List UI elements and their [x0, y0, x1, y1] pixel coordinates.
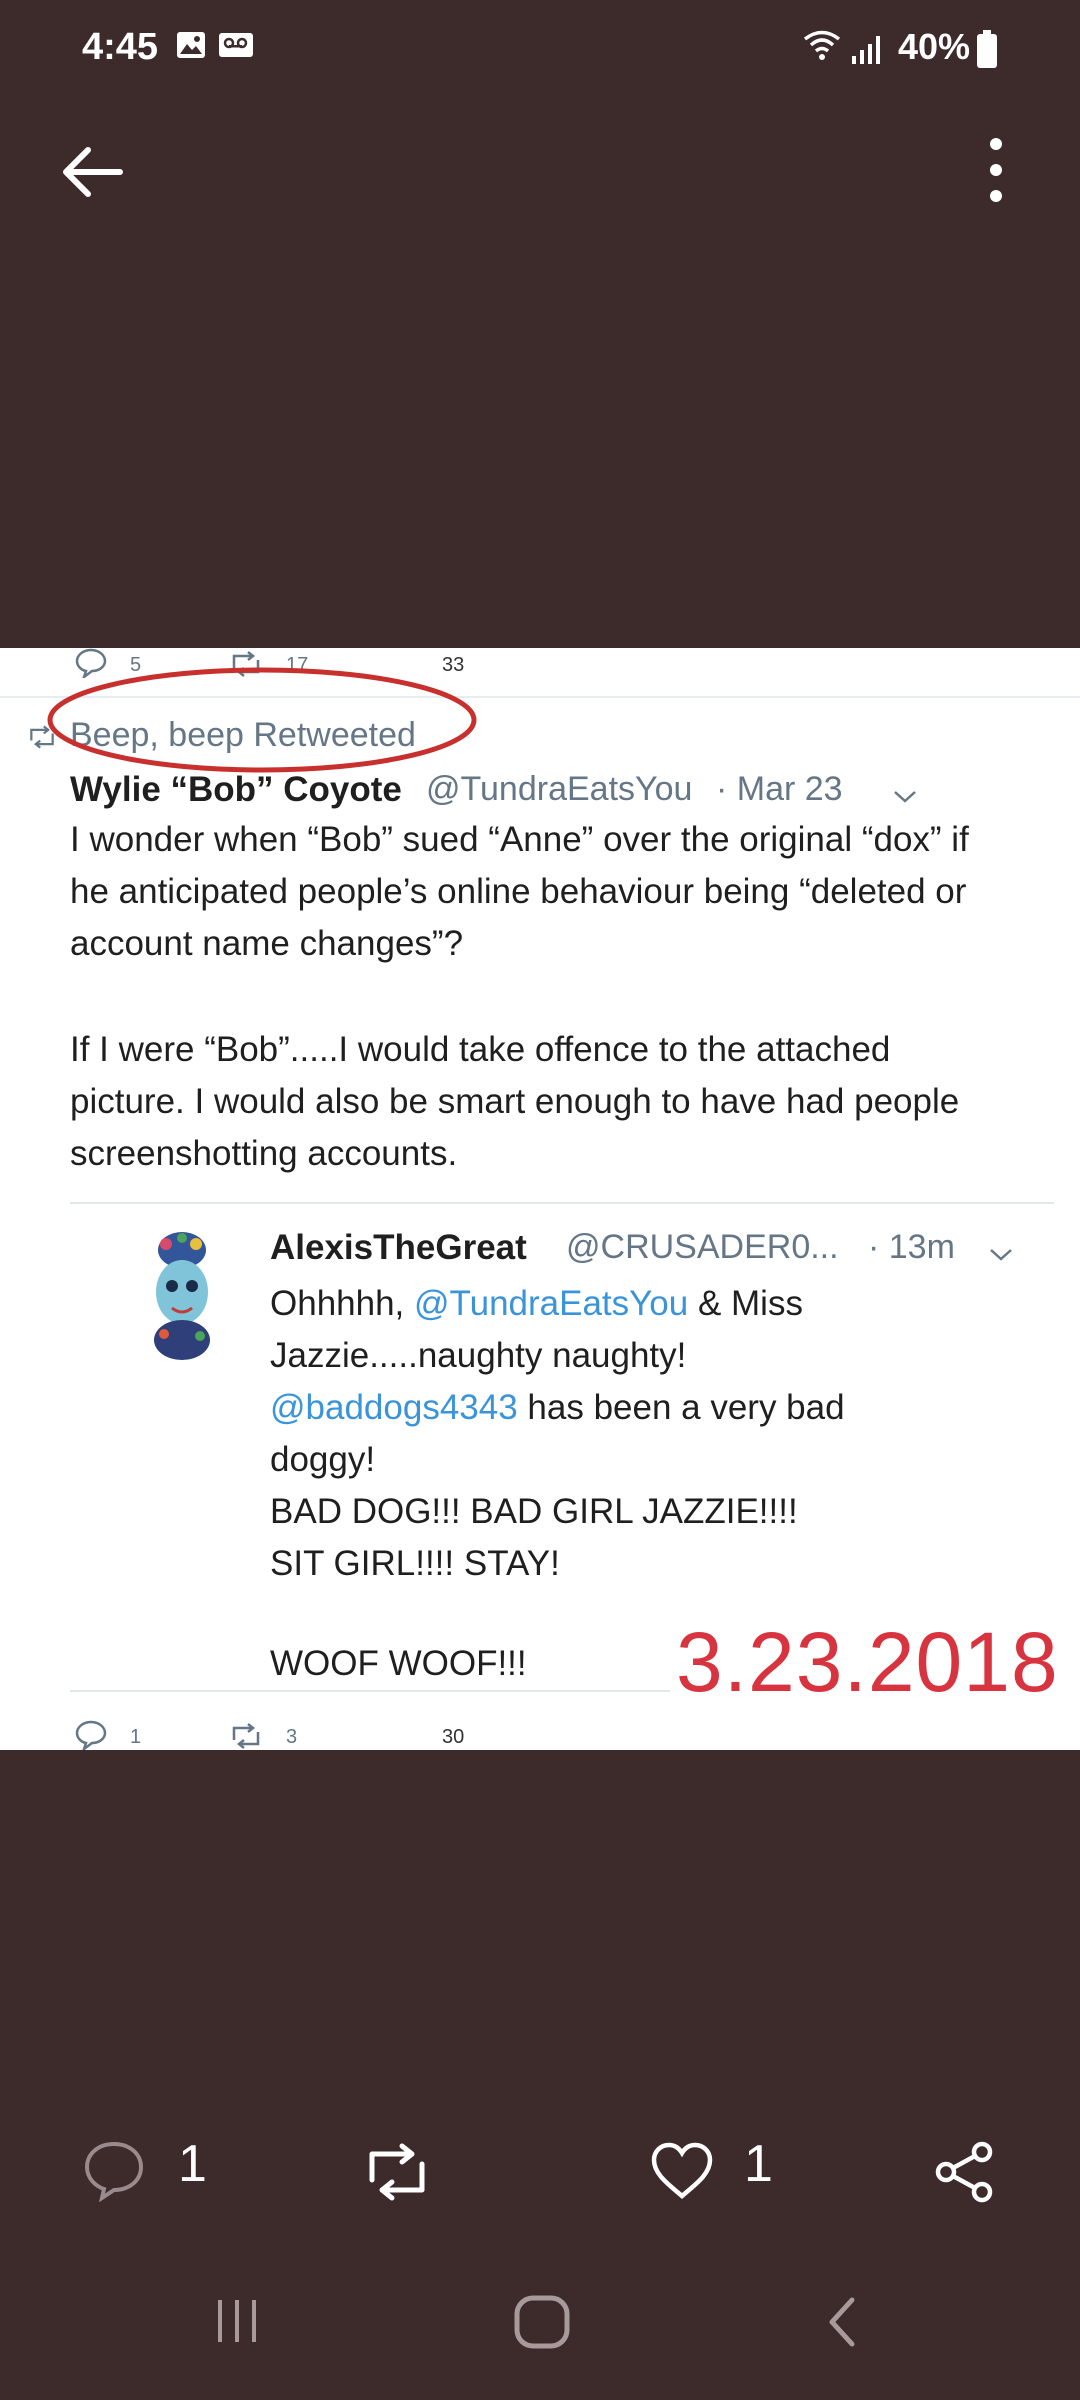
share-icon[interactable]	[932, 2140, 996, 2204]
tweet-body-line: If I were “Bob”.....I would take offence…	[70, 1030, 891, 1069]
recent-apps-icon[interactable]	[212, 2296, 262, 2346]
battery-icon	[977, 30, 997, 68]
tweet-body-line: he anticipated people’s online behaviour…	[70, 872, 967, 911]
quoted-line: @baddogs4343 has been a very bad	[270, 1388, 845, 1427]
back-arrow-icon[interactable]	[56, 142, 126, 202]
tweet-body-line: I wonder when “Bob” sued “Anne” over the…	[70, 820, 969, 859]
back-nav-icon[interactable]	[822, 2294, 862, 2350]
retweet-icon	[232, 1723, 260, 1749]
clock: 4:45	[82, 26, 159, 68]
reply-icon	[75, 1720, 107, 1750]
bottom-reply-count: 1	[130, 1726, 142, 1748]
gallery-notification-icon	[177, 32, 205, 58]
home-icon[interactable]	[512, 2294, 572, 2350]
quoted-line: Jazzie.....naughty naughty!	[270, 1336, 687, 1375]
tweet-body-line: picture. I would also be smart enough to…	[70, 1082, 960, 1121]
wifi-icon	[803, 30, 841, 60]
quoted-author-name: AlexisTheGreat	[270, 1228, 527, 1267]
chevron-down-icon	[894, 791, 916, 803]
bottom-retweet-count: 3	[286, 1726, 298, 1748]
chevron-down-icon	[990, 1249, 1012, 1261]
comment-count: 1	[178, 2135, 207, 2193]
quoted-line: doggy!	[270, 1440, 376, 1479]
mention-link[interactable]: @TundraEatsYou	[414, 1284, 688, 1323]
quoted-line: WOOF WOOF!!!	[270, 1644, 527, 1683]
avatar	[154, 1232, 210, 1360]
status-bar: 4:45 40%	[0, 0, 1080, 100]
like-count: 1	[744, 2135, 773, 2193]
system-nav-bar	[0, 2270, 1080, 2370]
repost-icon[interactable]	[360, 2142, 434, 2202]
bottom-like-count: 30	[442, 1726, 465, 1748]
quoted-line: SIT GIRL!!!! STAY!	[270, 1544, 560, 1583]
divider	[70, 1690, 670, 1692]
quoted-line: BAD DOG!!! BAD GIRL JAZZIE!!!!	[270, 1492, 798, 1531]
quoted-tweet-divider	[70, 1202, 1054, 1204]
red-circle-annotation	[47, 667, 477, 773]
tweet-author-name: Wylie “Bob” Coyote	[70, 770, 402, 809]
app-bar	[0, 120, 1080, 220]
signal-icon	[852, 36, 880, 64]
battery-percentage: 40%	[898, 26, 971, 67]
stamp-date: 3.23.2018	[676, 1615, 1059, 1709]
tweet-body-line: account name changes”?	[70, 924, 464, 963]
bottom-action-bar: 1 1	[0, 2120, 1080, 2220]
heart-icon[interactable]	[650, 2142, 714, 2200]
tweet-date: · Mar 23	[716, 770, 843, 808]
comment-icon[interactable]	[82, 2140, 146, 2202]
voicemail-notification-icon	[219, 33, 253, 57]
tweet-screenshot-image[interactable]: 5 17 33 Beep, beep Retweeted Wylie “Bob”…	[0, 648, 1080, 1750]
quoted-author-handle: @CRUSADER0...	[566, 1228, 839, 1266]
tweet-body-line: screenshotting accounts.	[70, 1134, 458, 1173]
quoted-line: Ohhhhh, @TundraEatsYou & Miss	[270, 1284, 803, 1323]
mention-link[interactable]: @baddogs4343	[270, 1388, 518, 1427]
quoted-time: · 13m	[868, 1228, 955, 1266]
more-options-icon[interactable]	[976, 134, 1016, 206]
tweet-author-handle: @TundraEatsYou	[426, 770, 693, 808]
